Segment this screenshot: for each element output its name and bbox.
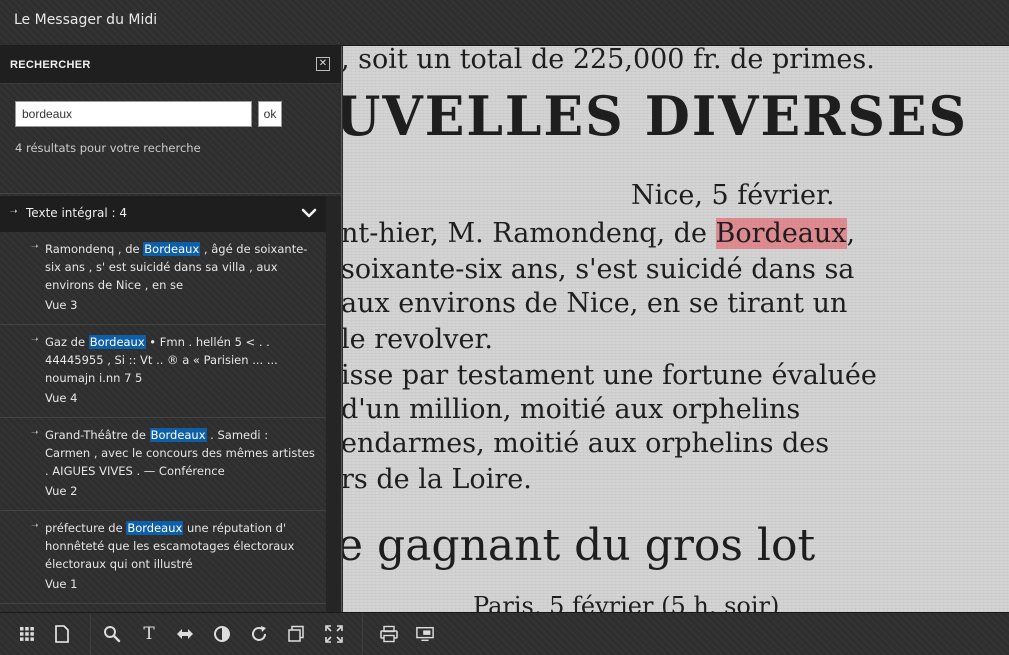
- single-page-icon[interactable]: [53, 625, 71, 643]
- app-header: Le Messager du Midi: [0, 0, 1009, 46]
- page-text-line: rs de la Loire.: [343, 464, 532, 495]
- page-text-line: le revolver.: [343, 324, 493, 355]
- page-heading: UVELLES DIVERSES: [343, 84, 969, 149]
- bullet-arrow-icon: ➝: [31, 335, 39, 345]
- search-match-highlight: Bordeaux: [143, 242, 201, 256]
- section-label: Texte intégral : 4: [26, 206, 128, 220]
- result-count: 4 résultats pour votre recherche: [15, 141, 201, 155]
- page-text-line: d'un million, moitié aux orphelins: [343, 394, 801, 425]
- toolbar-divider: [90, 613, 91, 655]
- page-text-line: , soit un total de 225,000 fr. de primes…: [343, 46, 875, 75]
- app-title: Le Messager du Midi: [14, 12, 158, 28]
- grid-view-icon[interactable]: [18, 625, 36, 643]
- search-panel-title: RECHERCHER: [10, 59, 91, 71]
- text-icon[interactable]: T: [140, 625, 158, 643]
- result-item[interactable]: ➝ Grand-Théâtre de Bordeaux . Samedi : C…: [0, 418, 326, 511]
- search-match-highlight: Bordeaux: [126, 521, 184, 535]
- chevron-down-icon: [301, 208, 317, 218]
- result-view-label[interactable]: Vue 1: [45, 577, 77, 591]
- page-subheading: e gagnant du gros lot: [343, 520, 816, 571]
- result-view-label[interactable]: Vue 2: [45, 484, 77, 498]
- close-panel-button[interactable]: ✕: [316, 57, 330, 71]
- result-item[interactable]: ➝ Gaz de Bordeaux • Fmn . hellén 5 < . .…: [0, 325, 326, 418]
- search-match-highlight: Bordeaux: [149, 428, 207, 442]
- document-viewer[interactable]: , soit un total de 225,000 fr. de primes…: [343, 46, 1009, 612]
- page-search-highlight: Bordeaux: [715, 218, 847, 249]
- bullet-arrow-icon: ➝: [31, 428, 39, 438]
- newspaper-page-image: , soit un total de 225,000 fr. de primes…: [343, 46, 1009, 612]
- result-item[interactable]: ➝ préfecture de Bordeaux une réputation …: [0, 511, 326, 604]
- brightness-icon[interactable]: [213, 625, 231, 643]
- search-submit-button[interactable]: ok: [258, 101, 282, 127]
- close-icon: ✕: [318, 58, 328, 69]
- page-text-line: Paris, 5 février (5 h. soir): [473, 592, 780, 612]
- viewer-toolbar: T: [0, 612, 1009, 655]
- results-scrollbar[interactable]: [326, 196, 341, 612]
- page-text-line: endarmes, moitié aux orphelins des: [343, 428, 830, 459]
- bullet-arrow-icon: ➝: [10, 207, 18, 217]
- result-view-label[interactable]: Vue 3: [45, 298, 77, 312]
- fullscreen-icon[interactable]: [325, 625, 343, 643]
- result-view-label[interactable]: Vue 4: [45, 391, 77, 405]
- print-icon[interactable]: [380, 625, 398, 643]
- result-snippet: Grand-Théâtre de Bordeaux . Samedi : Car…: [45, 428, 315, 478]
- search-panel: RECHERCHER ✕ ok 4 résultats pour votre r…: [0, 46, 342, 612]
- page-dateline: Nice, 5 février.: [631, 180, 835, 211]
- results-list: ➝ Ramondenq , de Bordeaux , âgé de soixa…: [0, 232, 326, 612]
- result-snippet: Ramondenq , de Bordeaux , âgé de soixant…: [45, 242, 308, 292]
- page-text-line: aux environs de Nice, en se tirant un: [343, 288, 848, 319]
- search-input[interactable]: [15, 101, 252, 127]
- bullet-arrow-icon: ➝: [31, 242, 39, 252]
- search-match-highlight: Bordeaux: [88, 335, 146, 349]
- result-snippet: préfecture de Bordeaux une réputation d'…: [45, 521, 295, 571]
- copy-icon[interactable]: [287, 625, 305, 643]
- result-item[interactable]: ➝ Ramondenq , de Bordeaux , âgé de soixa…: [0, 232, 326, 325]
- search-panel-header: RECHERCHER ✕: [0, 46, 341, 84]
- full-text-section-toggle[interactable]: ➝ Texte intégral : 4: [0, 196, 326, 232]
- page-text-line: soixante-six ans, s'est suicidé dans sa: [343, 254, 855, 285]
- zoom-icon[interactable]: [103, 625, 121, 643]
- rotate-icon[interactable]: [250, 625, 268, 643]
- bullet-arrow-icon: ➝: [31, 521, 39, 531]
- page-text-line: isse par testament une fortune évaluée: [343, 360, 877, 391]
- screen-icon[interactable]: [416, 625, 434, 643]
- page-text-line: nt-hier, M. Ramondenq, de Bordeaux,: [343, 218, 856, 249]
- search-form: ok 4 résultats pour votre recherche: [0, 84, 341, 194]
- toolbar-divider: [362, 613, 363, 655]
- contrast-toggle-icon[interactable]: [176, 625, 194, 643]
- result-snippet: Gaz de Bordeaux • Fmn . hellén 5 < . . 4…: [45, 335, 278, 385]
